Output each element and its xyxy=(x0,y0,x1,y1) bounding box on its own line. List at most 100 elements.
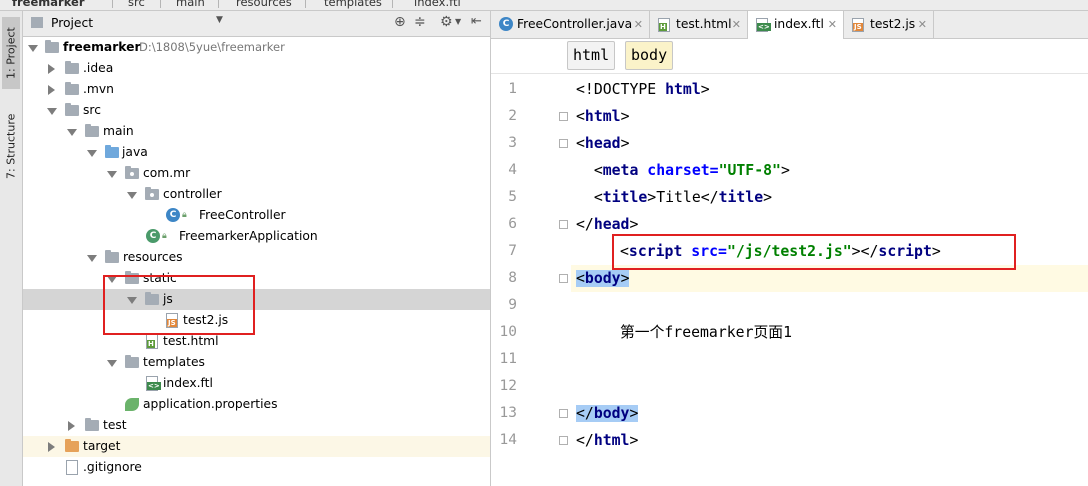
tree-label: .idea xyxy=(83,61,114,75)
tag-crumb-body[interactable]: body xyxy=(625,41,674,70)
gear-icon[interactable]: ⚙ xyxy=(440,14,453,30)
tree-row-idea[interactable]: .idea xyxy=(23,58,490,79)
js-badge: JS xyxy=(853,23,863,31)
line-number: 6 xyxy=(508,216,517,232)
tree-row-java[interactable]: java xyxy=(23,142,490,163)
line-number: 8 xyxy=(508,270,517,286)
hide-panel-icon[interactable]: ⇤ xyxy=(471,14,482,29)
tree-label: controller xyxy=(163,187,222,201)
expand-arrow-icon[interactable] xyxy=(127,192,137,199)
tree-label: FreeController xyxy=(199,208,286,222)
annotation-highlight-box xyxy=(612,234,1016,270)
code-editor[interactable]: <!DOCTYPE html> <html> <head> <meta char… xyxy=(571,74,1088,486)
tab-index-ftl[interactable]: <> index.ftl ✕ xyxy=(748,11,844,39)
fold-marker-icon[interactable] xyxy=(559,409,568,418)
source-folder-icon xyxy=(105,145,119,158)
breadcrumb-separator xyxy=(392,0,393,8)
collapse-arrow-icon[interactable] xyxy=(48,442,55,452)
spring-leaf-icon xyxy=(125,398,139,411)
fold-marker-icon[interactable] xyxy=(559,220,568,229)
tree-row-freemarkerapplication[interactable]: C 🔒︎ FreemarkerApplication xyxy=(23,226,490,247)
folder-icon xyxy=(85,124,99,137)
tree-row-target[interactable]: target xyxy=(23,436,490,457)
fold-marker-icon[interactable] xyxy=(559,112,568,121)
tree-row-com-mr[interactable]: com.mr xyxy=(23,163,490,184)
expand-arrow-icon[interactable] xyxy=(47,108,57,115)
annotation-highlight-box xyxy=(103,275,255,335)
tree-label: main xyxy=(103,124,134,138)
project-tool-tab[interactable]: 1: Project xyxy=(2,17,20,89)
tree-row-test-html[interactable]: H test.html xyxy=(23,331,490,352)
expand-arrow-icon[interactable] xyxy=(67,129,77,136)
tree-row-freemarker[interactable]: freemarker D:\1808\5yue\freemarker xyxy=(23,37,490,58)
collapse-arrow-icon[interactable] xyxy=(68,421,75,431)
folder-icon xyxy=(85,418,99,431)
code-line-1: <!DOCTYPE html> xyxy=(576,81,710,98)
tree-row-mvn[interactable]: .mvn xyxy=(23,79,490,100)
ftl-file-icon: <> xyxy=(756,18,771,32)
tree-row-freecontroller[interactable]: C 🔒︎ FreeController xyxy=(23,205,490,226)
tree-label: test xyxy=(103,418,127,432)
collapse-arrow-icon[interactable] xyxy=(48,64,55,74)
tree-row-test[interactable]: test xyxy=(23,415,490,436)
code-line-14: </html> xyxy=(576,432,639,449)
resources-folder-icon xyxy=(105,250,119,263)
breadcrumb-freemarker[interactable]: freemarker xyxy=(12,0,85,9)
lock-icon: 🔒︎ xyxy=(162,231,167,241)
line-number: 13 xyxy=(499,405,517,421)
close-icon[interactable]: ✕ xyxy=(732,11,741,38)
breadcrumb-templates[interactable]: templates xyxy=(324,0,382,9)
expand-arrow-icon[interactable] xyxy=(107,360,117,367)
collapse-all-icon[interactable]: ≑ xyxy=(414,14,426,30)
tree-row-gitignore[interactable]: .gitignore xyxy=(23,457,490,478)
tree-label: freemarker xyxy=(63,40,141,54)
tree-row-application-properties[interactable]: application.properties xyxy=(23,394,490,415)
tree-row-js[interactable]: js xyxy=(23,289,490,310)
expand-arrow-icon[interactable] xyxy=(87,255,97,262)
project-view-selector[interactable]: Project xyxy=(51,16,93,30)
line-number: 14 xyxy=(499,432,517,448)
fold-marker-icon[interactable] xyxy=(559,139,568,148)
tree-row-controller[interactable]: controller xyxy=(23,184,490,205)
fold-marker-icon[interactable] xyxy=(559,274,568,283)
chevron-down-icon[interactable]: ▼ xyxy=(216,15,223,25)
line-number: 11 xyxy=(499,351,517,367)
structure-tool-tab[interactable]: 7: Structure xyxy=(2,107,20,185)
tag-crumb-html[interactable]: html xyxy=(567,41,616,70)
close-icon[interactable]: ✕ xyxy=(828,11,837,38)
tree-row-test2-js[interactable]: JS test2.js xyxy=(23,310,490,331)
collapse-arrow-icon[interactable] xyxy=(48,85,55,95)
package-icon xyxy=(145,187,159,200)
tree-label: templates xyxy=(143,355,205,369)
close-icon[interactable]: ✕ xyxy=(634,11,643,38)
tree-row-main[interactable]: main xyxy=(23,121,490,142)
tree-label: src xyxy=(83,103,101,117)
fold-marker-icon[interactable] xyxy=(559,436,568,445)
breadcrumb-resources[interactable]: resources xyxy=(236,0,292,9)
expand-arrow-icon[interactable] xyxy=(87,150,97,157)
tab-test2-js[interactable]: JS test2.js ✕ xyxy=(844,11,934,38)
code-line-2: <html> xyxy=(576,108,630,125)
expand-arrow-icon[interactable] xyxy=(28,45,38,52)
gear-dropdown-icon[interactable]: ▼ xyxy=(455,17,461,26)
expand-arrow-icon[interactable] xyxy=(107,171,117,178)
tree-row-index-ftl[interactable]: <> index.ftl xyxy=(23,373,490,394)
project-view-icon xyxy=(31,17,43,28)
breadcrumb-main[interactable]: main xyxy=(176,0,205,9)
tree-row-resources[interactable]: resources xyxy=(23,247,490,268)
tree-row-src[interactable]: src xyxy=(23,100,490,121)
breadcrumb-index-ftl[interactable]: index.ftl xyxy=(414,0,461,9)
breadcrumb-src[interactable]: src xyxy=(128,0,145,9)
tag-breadcrumb-bar: html body xyxy=(491,39,1088,74)
tree-label: FreemarkerApplication xyxy=(179,229,318,243)
java-class-icon: C xyxy=(166,208,180,222)
close-icon[interactable]: ✕ xyxy=(918,11,927,38)
tab-test-html[interactable]: H test.html ✕ xyxy=(650,11,748,38)
project-tree: freemarker D:\1808\5yue\freemarker .idea… xyxy=(23,37,490,486)
tab-freecontroller-java[interactable]: C FreeController.java ✕ xyxy=(491,11,650,38)
line-number: 2 xyxy=(508,108,517,124)
scroll-from-source-icon[interactable]: ⊕ xyxy=(394,14,406,30)
tree-row-static[interactable]: static xyxy=(23,268,490,289)
tree-row-templates[interactable]: templates xyxy=(23,352,490,373)
html-badge: H xyxy=(659,23,667,31)
